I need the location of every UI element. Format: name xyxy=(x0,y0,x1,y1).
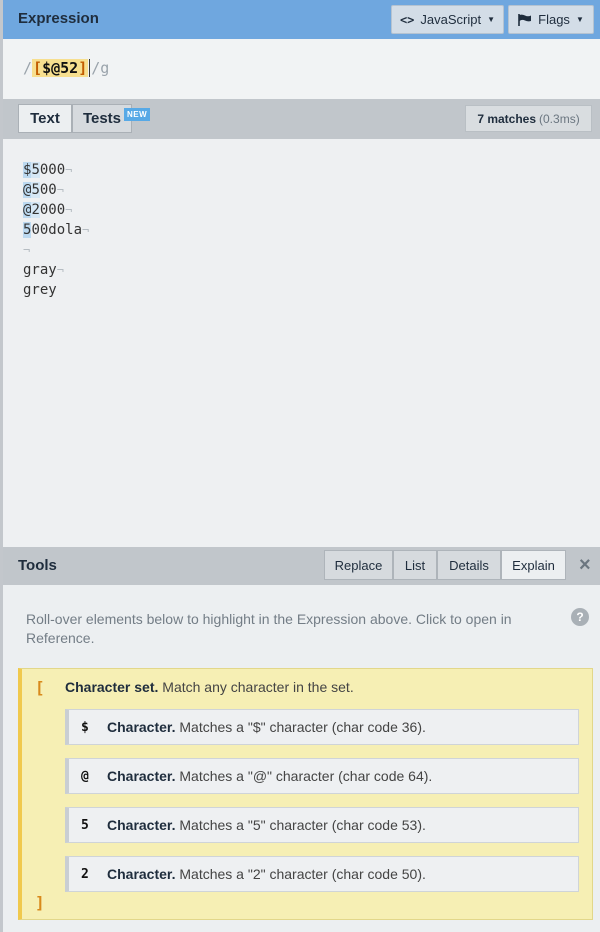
line-text: gray xyxy=(23,262,57,278)
open-delimiter: / xyxy=(23,59,33,77)
char-symbol: 5 xyxy=(81,817,89,833)
set-open-bracket: [ xyxy=(35,678,45,697)
line-end-marker: ¬ xyxy=(23,243,31,257)
flags-text: g xyxy=(100,59,110,77)
close-delimiter: / xyxy=(91,59,101,77)
character-set-token[interactable]: [$@52] xyxy=(32,59,89,77)
help-icon[interactable]: ? xyxy=(571,608,589,626)
line-text: 00 xyxy=(39,182,57,198)
text-line: @500¬ xyxy=(23,180,64,200)
char-item-two[interactable]: 2 Character. Matches a "2" character (ch… xyxy=(65,856,579,892)
char-description: Character. Matches a "2" character (char… xyxy=(107,866,426,882)
match-highlight: 5 xyxy=(31,162,40,178)
expression-line[interactable]: / [$@52] / g xyxy=(23,59,109,77)
character-set-explanation[interactable]: [ Character set. Match any character in … xyxy=(18,668,593,920)
line-end-marker: ¬ xyxy=(82,223,90,237)
expression-header: Expression <> JavaScript ▼ Flags ▼ xyxy=(3,0,600,39)
tools-header: Tools Replace List Details Explain × xyxy=(3,547,600,585)
char-item-five[interactable]: 5 Character. Matches a "5" character (ch… xyxy=(65,807,579,843)
char-item-dollar[interactable]: $ Character. Matches a "$" character (ch… xyxy=(65,709,579,745)
text-line: 500dola¬ xyxy=(23,220,89,240)
test-text-area[interactable]: $5000¬ @500¬ @2000¬ 500dola¬ ¬ gray¬ grey xyxy=(3,139,600,547)
char-description: Character. Matches a "$" character (char… xyxy=(107,719,426,735)
flavor-label: JavaScript xyxy=(420,12,482,27)
line-end-marker: ¬ xyxy=(56,263,64,277)
text-line: $5000¬ xyxy=(23,160,72,180)
text-line: gray¬ xyxy=(23,260,64,280)
flavor-button[interactable]: <> JavaScript ▼ xyxy=(391,5,504,34)
set-close-bracket: ] xyxy=(35,893,45,912)
line-end-marker: ¬ xyxy=(65,203,73,217)
close-icon[interactable]: × xyxy=(579,554,591,577)
caret-down-icon: ▼ xyxy=(575,15,584,24)
tab-tests[interactable]: Tests xyxy=(72,104,132,133)
text-line: grey xyxy=(23,280,57,300)
line-text: grey xyxy=(23,282,57,298)
match-highlight: 2 xyxy=(31,202,40,218)
expression-title: Expression xyxy=(18,10,99,27)
text-cursor xyxy=(89,59,91,77)
tools-title: Tools xyxy=(18,557,57,574)
line-text: 000 xyxy=(39,202,66,218)
char-symbol: 2 xyxy=(81,866,89,882)
tab-replace[interactable]: Replace xyxy=(324,550,393,580)
line-text: 00dola xyxy=(31,222,83,238)
line-end-marker: ¬ xyxy=(56,183,64,197)
set-description: Character set. Match any character in th… xyxy=(65,679,354,695)
tab-list[interactable]: List xyxy=(393,550,437,580)
flag-icon xyxy=(518,13,532,26)
flags-label: Flags xyxy=(538,12,570,27)
expression-input[interactable]: / [$@52] / g xyxy=(3,39,600,99)
line-end-marker: ¬ xyxy=(65,163,73,177)
char-description: Character. Matches a "@" character (char… xyxy=(107,768,433,784)
new-badge: NEW xyxy=(124,108,151,121)
char-description: Character. Matches a "5" character (char… xyxy=(107,817,426,833)
text-line: ¬ xyxy=(23,240,30,260)
text-line: @2000¬ xyxy=(23,200,72,220)
tab-explain[interactable]: Explain xyxy=(501,550,566,580)
code-icon: <> xyxy=(399,12,415,27)
explain-hint: Roll-over elements below to highlight in… xyxy=(26,611,512,646)
char-item-at[interactable]: @ Character. Matches a "@" character (ch… xyxy=(65,758,579,794)
tools-body: Roll-over elements below to highlight in… xyxy=(3,585,600,932)
tab-text[interactable]: Text xyxy=(18,104,72,133)
match-count-badge: 7 matches (0.3ms) xyxy=(465,105,592,132)
line-text: 000 xyxy=(39,162,66,178)
caret-down-icon: ▼ xyxy=(487,15,496,24)
match-highlight: 5 xyxy=(31,182,40,198)
flags-button[interactable]: Flags ▼ xyxy=(508,5,594,34)
char-symbol: $ xyxy=(81,719,89,735)
regex-app: Expression <> JavaScript ▼ Flags ▼ / [$@… xyxy=(0,0,600,932)
tab-details[interactable]: Details xyxy=(437,550,501,580)
char-symbol: @ xyxy=(81,768,89,784)
text-tab-bar: Text Tests NEW 7 matches (0.3ms) xyxy=(3,99,600,139)
